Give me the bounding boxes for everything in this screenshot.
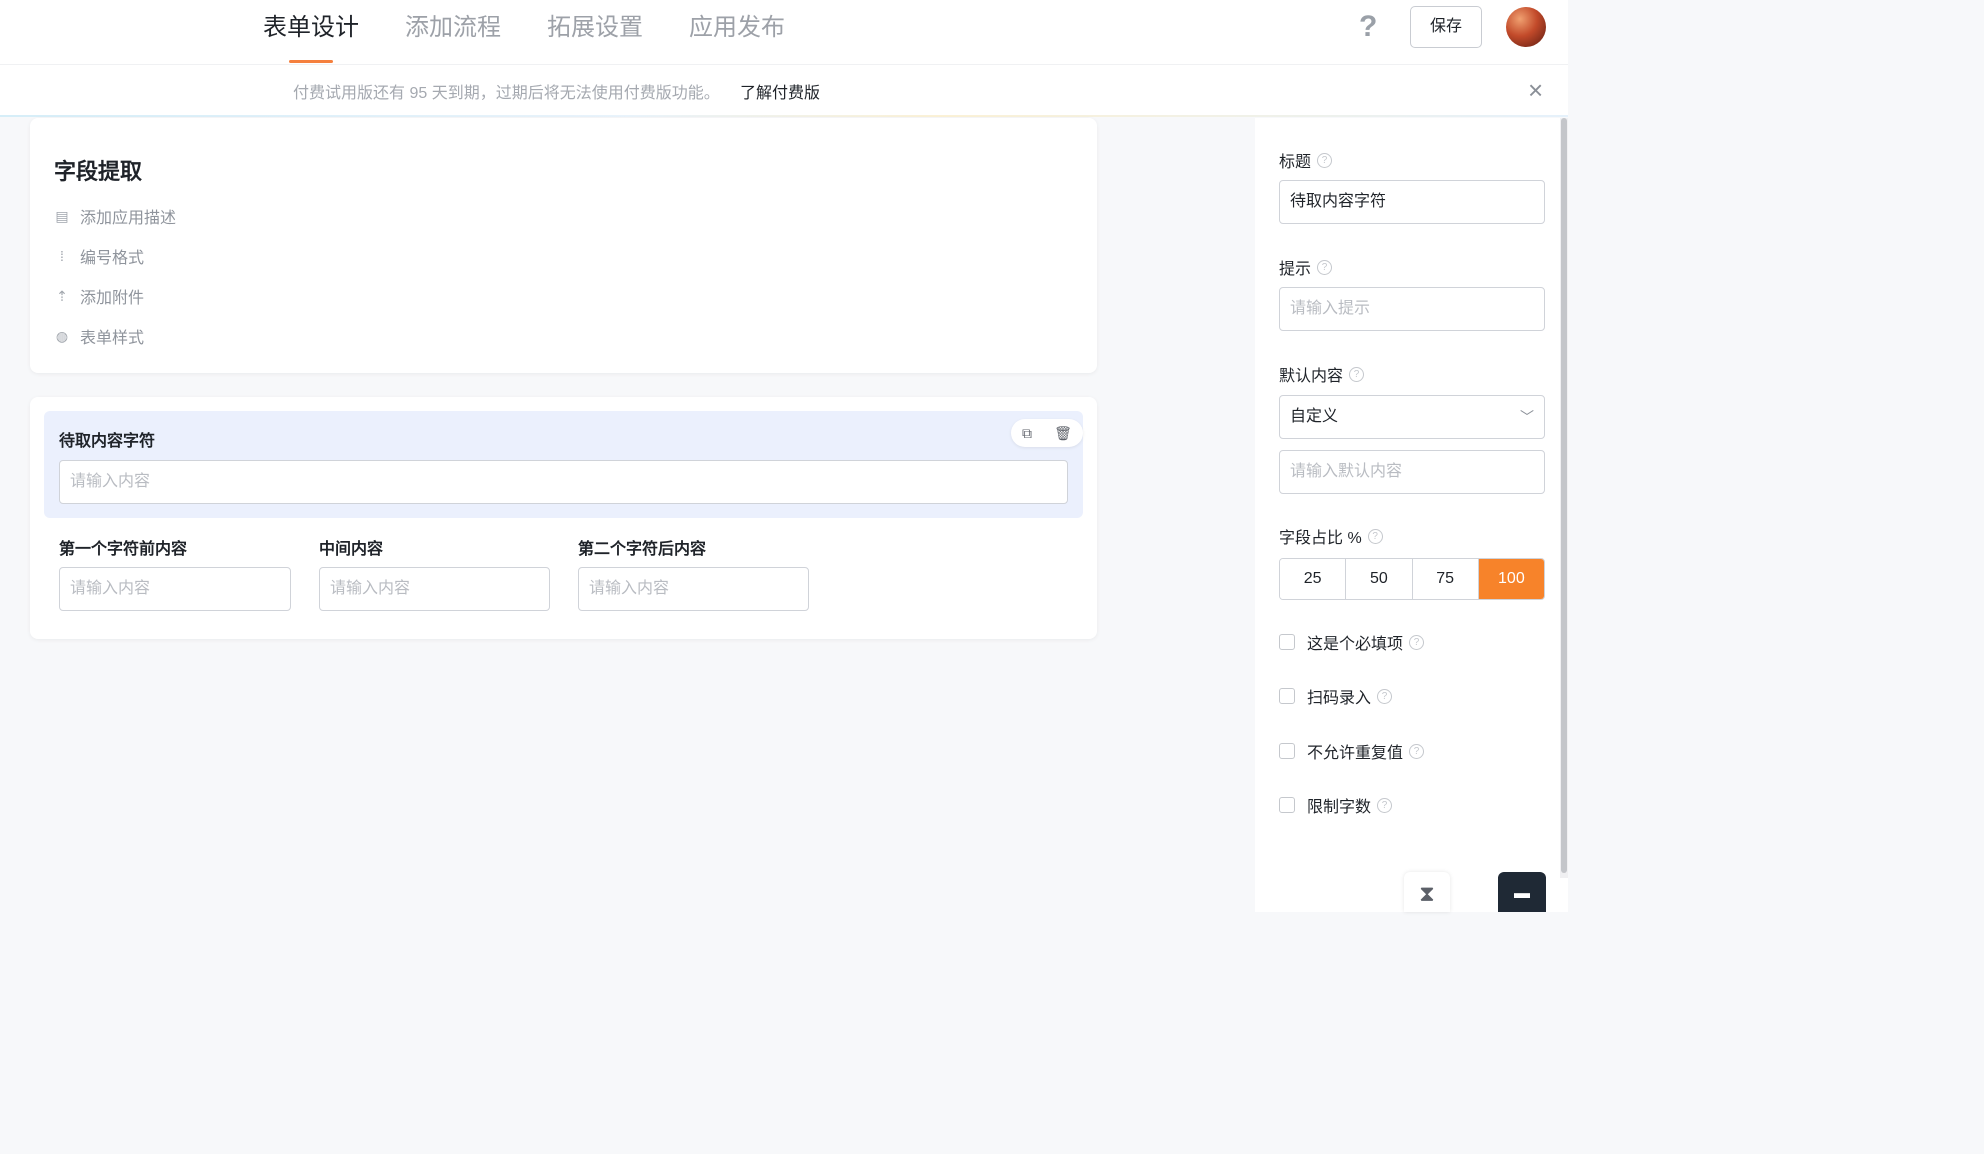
selected-field-input[interactable]: 请输入内容 — [59, 460, 1068, 504]
tab-form-design[interactable]: 表单设计 — [263, 0, 359, 64]
save-button[interactable]: 保存 — [1410, 6, 1482, 48]
limit-length-checkbox[interactable] — [1279, 797, 1295, 813]
avatar[interactable] — [1506, 7, 1546, 47]
palette-icon: ◍ — [55, 327, 69, 344]
chevron-down-icon: ﹀ — [1520, 409, 1534, 425]
ratio-option-100[interactable]: 100 — [1478, 559, 1544, 599]
default-content-select[interactable]: 自定义 ﹀ — [1279, 395, 1545, 439]
help-icon[interactable]: ? — [1317, 152, 1333, 168]
title-setting-text: 标题 — [1279, 154, 1312, 171]
field-ratio-segmented: 25 50 75 100 — [1279, 558, 1545, 600]
form-style-label: 表单样式 — [80, 330, 145, 347]
limit-length-checkbox-label: 限制字数 — [1307, 799, 1372, 816]
default-content-text: 默认内容 — [1279, 368, 1344, 385]
tab-add-process[interactable]: 添加流程 — [405, 0, 501, 64]
middle-content-label: 中间内容 — [319, 541, 384, 558]
main-tabs: 表单设计 添加流程 拓展设置 应用发布 — [263, 0, 831, 64]
help-icon[interactable]: ? — [1377, 797, 1393, 813]
scrollbar-thumb[interactable] — [1561, 118, 1567, 873]
selected-field[interactable]: 待取内容字符 请输入内容 ⧉ 🗑 — [44, 411, 1083, 518]
ratio-option-25[interactable]: 25 — [1280, 559, 1347, 599]
chat-button[interactable]: ▬ — [1498, 872, 1546, 912]
form-title[interactable]: 字段提取 — [54, 154, 142, 186]
hint-setting-label: 提示 ? — [1279, 255, 1333, 279]
tab-app-publish[interactable]: 应用发布 — [689, 0, 785, 64]
help-icon[interactable]: ? — [1409, 634, 1425, 650]
copy-icon[interactable]: ⧉ — [1022, 425, 1032, 442]
ratio-option-75[interactable]: 75 — [1412, 559, 1479, 599]
trial-notice-bar: 付费试用版还有 95 天到期，过期后将无法使用付费版功能。 了解付费版 × — [0, 64, 1568, 117]
after-second-char-input[interactable]: 请输入内容 — [578, 567, 809, 611]
before-first-char-input[interactable]: 请输入内容 — [59, 567, 291, 611]
field-ratio-text: 字段占比 % — [1279, 530, 1362, 547]
panel-scrollbar[interactable] — [1560, 118, 1568, 878]
default-content-select-value: 自定义 — [1290, 408, 1339, 425]
hint-setting-text: 提示 — [1279, 261, 1312, 278]
field-toolbar: ⧉ 🗑 — [1011, 419, 1083, 447]
add-attachment-action[interactable]: ⇡ 添加附件 — [54, 284, 144, 308]
default-content-input[interactable]: 请输入默认内容 — [1279, 450, 1545, 494]
trial-notice-text: 付费试用版还有 95 天到期，过期后将无法使用付费版功能。 — [293, 85, 720, 102]
required-checkbox[interactable] — [1279, 634, 1295, 650]
help-icon[interactable]: ? — [1367, 528, 1383, 544]
number-format-label: 编号格式 — [80, 250, 145, 267]
learn-paid-version-link[interactable]: 了解付费版 — [740, 79, 820, 103]
selected-field-label: 待取内容字符 — [59, 433, 156, 450]
help-icon[interactable]: ? — [1317, 259, 1333, 275]
hint-input[interactable]: 请输入提示 — [1279, 287, 1545, 331]
tab-extension-settings[interactable]: 拓展设置 — [547, 0, 643, 64]
middle-content-input[interactable]: 请输入内容 — [319, 567, 550, 611]
chat-icon: ▬ — [1514, 885, 1530, 902]
form-info-card: 字段提取 ▤ 添加应用描述 ⁞ 编号格式 ⇡ 添加附件 ◍ 表单样式 — [30, 118, 1097, 373]
field-ratio-label: 字段占比 % ? — [1279, 524, 1383, 548]
before-first-char-label: 第一个字符前内容 — [59, 541, 188, 558]
form-style-action[interactable]: ◍ 表单样式 — [54, 324, 144, 348]
title-input[interactable]: 待取内容字符 — [1279, 180, 1545, 224]
upload-icon: ⇡ — [56, 287, 68, 304]
field-settings-panel: 标题 ? 待取内容字符 提示 ? 请输入提示 默认内容 ? 自定义 ﹀ 请输入默… — [1255, 118, 1568, 912]
scan-input-checkbox-label: 扫码录入 — [1307, 690, 1372, 707]
scan-input-checkbox[interactable] — [1279, 688, 1295, 704]
add-attachment-label: 添加附件 — [80, 290, 145, 307]
limit-length-checkbox-row[interactable]: 限制字数 ? — [1279, 793, 1393, 817]
no-duplicate-checkbox[interactable] — [1279, 743, 1295, 759]
help-icon[interactable]: ? — [1359, 10, 1377, 44]
field-card: 待取内容字符 请输入内容 ⧉ 🗑 第一个字符前内容 请输入内容 中间内容 请输入… — [30, 397, 1097, 639]
after-second-char-label: 第二个字符后内容 — [578, 541, 707, 558]
default-content-label: 默认内容 ? — [1279, 362, 1365, 386]
no-duplicate-checkbox-label: 不允许重复值 — [1307, 745, 1404, 762]
no-duplicate-checkbox-row[interactable]: 不允许重复值 ? — [1279, 739, 1425, 763]
top-header: 表单设计 添加流程 拓展设置 应用发布 ? 保存 — [0, 0, 1568, 64]
help-icon[interactable]: ? — [1349, 366, 1365, 382]
number-format-icon: ⁞ — [60, 248, 64, 264]
add-description-action[interactable]: ▤ 添加应用描述 — [54, 204, 176, 228]
help-icon[interactable]: ? — [1409, 743, 1425, 759]
delete-icon[interactable]: 🗑 — [1054, 425, 1072, 442]
ratio-option-50[interactable]: 50 — [1346, 559, 1413, 599]
scan-input-checkbox-row[interactable]: 扫码录入 ? — [1279, 684, 1393, 708]
hourglass-icon[interactable]: ⧗ — [1404, 872, 1450, 912]
required-checkbox-row[interactable]: 这是个必填项 ? — [1279, 630, 1425, 654]
number-format-action[interactable]: ⁞ 编号格式 — [54, 244, 144, 268]
close-icon[interactable]: × — [1528, 77, 1543, 103]
add-description-label: 添加应用描述 — [80, 210, 177, 227]
help-icon[interactable]: ? — [1377, 688, 1393, 704]
notice-divider — [0, 115, 1568, 117]
title-setting-label: 标题 ? — [1279, 148, 1333, 172]
required-checkbox-label: 这是个必填项 — [1307, 636, 1404, 653]
comment-icon: ▤ — [55, 207, 69, 224]
